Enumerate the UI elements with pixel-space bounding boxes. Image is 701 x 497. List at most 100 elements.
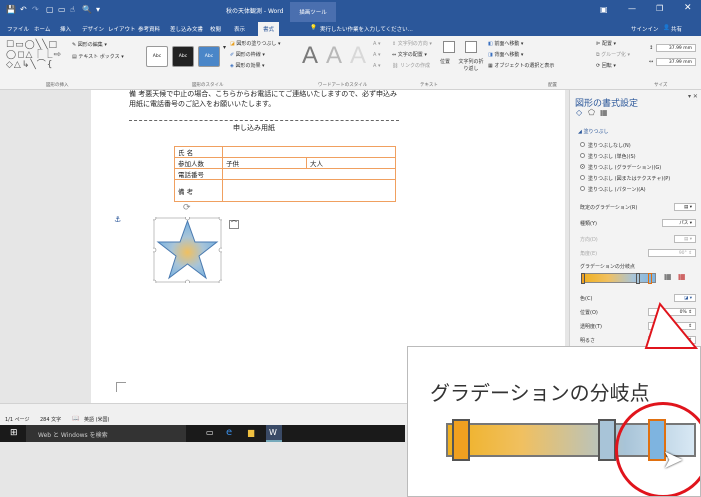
phone-cell[interactable]	[222, 168, 396, 180]
tab-mailings[interactable]: 差し込み文書	[170, 25, 203, 33]
notes-cell[interactable]	[222, 179, 396, 202]
layout-options-icon[interactable]: ⌒	[229, 220, 239, 229]
language-status[interactable]: 英語 (米国)	[84, 416, 110, 423]
wrap-text-icon[interactable]	[465, 41, 477, 53]
shape-fill-button[interactable]: ◪ 図形の塗りつぶし ▾	[230, 40, 281, 47]
selection-pane-button[interactable]: ▦ オブジェクトの選択と表示	[488, 62, 554, 69]
tab-file[interactable]: ファイル	[7, 25, 29, 33]
new-doc-icon[interactable]: ▢	[46, 5, 54, 14]
tell-me-box[interactable]: 実行したい作業を入力してください...	[320, 25, 413, 33]
shape-gallery[interactable]: ☐▭◯╲╲□ ◯◻△⎾⎿⇨ ◇△↳╲⌒{	[6, 40, 68, 72]
wrap-text-label[interactable]: 文字列の折り返し	[458, 58, 484, 72]
preset-gradient-dropdown[interactable]: ▤ ▾	[674, 203, 696, 211]
customize-qat-icon[interactable]: ▾	[96, 5, 100, 14]
text-outline-button[interactable]: A ▾	[373, 52, 381, 58]
rotate-button[interactable]: ⟳ 回転 ▾	[596, 62, 616, 69]
type-dropdown[interactable]: パス ▾	[662, 219, 696, 227]
redo-icon[interactable]: ↷	[32, 5, 39, 14]
edit-shape-button[interactable]: ✎ 図形の編集 ▾	[72, 41, 107, 48]
tab-design[interactable]: デザイン	[82, 25, 104, 33]
bring-forward-button[interactable]: ◧ 前面へ移動 ▾	[488, 40, 523, 47]
text-box-button[interactable]: ▤ テキスト ボックス ▾	[72, 53, 124, 60]
share-button[interactable]: 共有	[671, 25, 682, 33]
edge-icon[interactable]: e	[226, 427, 232, 438]
style-preset-2[interactable]: Abc	[172, 46, 194, 67]
windows-start-icon[interactable]: ⊞	[10, 428, 18, 438]
gradient-stop-3[interactable]	[648, 273, 652, 284]
shape-effects-button[interactable]: ◈ 図形の効果 ▾	[230, 62, 265, 69]
radio-solid[interactable]	[580, 153, 585, 158]
explorer-icon[interactable]: ▆	[248, 428, 254, 437]
tab-references[interactable]: 参考資料	[138, 25, 160, 33]
fill-option-pattern[interactable]: 塗りつぶし (パターン)(A)	[580, 186, 646, 193]
fill-option-picture[interactable]: 塗りつぶし (図またはテクスチャ)(P)	[580, 175, 670, 182]
tab-insert[interactable]: 挿入	[60, 25, 71, 33]
effects-tab-icon[interactable]: ⬠	[588, 108, 595, 117]
direction-dropdown[interactable]: ▤ ▾	[674, 235, 696, 243]
send-backward-button[interactable]: ◨ 背面へ移動 ▾	[488, 51, 523, 58]
tab-view[interactable]: 表示	[234, 25, 245, 33]
fill-option-solid[interactable]: 塗りつぶし (単色)(S)	[580, 153, 636, 160]
fill-option-none[interactable]: 塗りつぶしなし(N)	[580, 142, 631, 149]
style-preset-1[interactable]: Abc	[146, 46, 168, 67]
angle-field[interactable]: 90° ⇕	[648, 249, 696, 257]
radio-none[interactable]	[580, 142, 585, 147]
star-shape[interactable]	[151, 215, 224, 285]
gradient-stops-bar[interactable]	[582, 273, 656, 283]
share-icon[interactable]: 👤	[663, 25, 670, 31]
task-view-icon[interactable]: ▭	[206, 428, 214, 437]
tab-format[interactable]: 書式	[258, 22, 280, 36]
touch-icon[interactable]: ☝	[70, 5, 75, 14]
undo-icon[interactable]: ↶	[20, 5, 27, 14]
page-count[interactable]: 1/1 ページ	[5, 416, 30, 423]
maximize-icon[interactable]: ❐	[656, 4, 663, 13]
taskbar-search[interactable]: Web と Windows を検索	[38, 430, 108, 439]
position-icon[interactable]	[443, 41, 455, 53]
group-icon: ⧉	[596, 52, 600, 58]
tab-layout[interactable]: レイアウト	[108, 25, 136, 33]
wordart-style-1[interactable]: A	[302, 42, 318, 70]
align-button[interactable]: ⊫ 配置 ▾	[596, 40, 616, 47]
fill-option-gradient[interactable]: 塗りつぶし (グラデーション)(G)	[580, 164, 661, 171]
rotate-handle-icon[interactable]: ⟳	[183, 203, 191, 213]
style-preset-3[interactable]: Abc	[198, 46, 220, 67]
create-link-button[interactable]: ⛓ リンクの作成	[392, 62, 430, 69]
style-gallery-more-icon[interactable]: ▾	[223, 44, 226, 51]
tab-review[interactable]: 校閲	[210, 25, 221, 33]
close-icon[interactable]: ✕	[684, 3, 692, 13]
fill-section-header[interactable]: ◢ 塗りつぶし	[578, 128, 609, 135]
radio-pattern[interactable]	[580, 186, 585, 191]
remove-stop-icon[interactable]: ▦	[678, 272, 686, 281]
minimize-icon[interactable]: —	[628, 4, 636, 13]
text-effects-button[interactable]: A ▾	[373, 63, 381, 69]
width-field[interactable]: 37.99 mm	[656, 58, 696, 66]
adults-cell[interactable]: 大人	[306, 157, 396, 169]
tab-home[interactable]: ホーム	[34, 25, 50, 33]
text-fill-button[interactable]: A ▾	[373, 41, 381, 47]
wordart-style-3[interactable]: A	[350, 42, 366, 70]
add-stop-icon[interactable]: ▦	[664, 272, 672, 281]
word-count[interactable]: 284 文字	[40, 416, 61, 423]
height-field[interactable]: 37.99 mm	[656, 44, 696, 52]
fill-line-icon[interactable]: ◇	[576, 108, 582, 117]
print-preview-icon[interactable]: 🔍	[82, 5, 92, 14]
name-cell[interactable]	[222, 146, 396, 158]
wordart-style-2[interactable]: A	[326, 42, 342, 70]
signin-link[interactable]: サインイン	[631, 25, 659, 33]
pane-options-icon[interactable]: ▾ ✕	[688, 93, 698, 100]
children-cell[interactable]: 子供	[222, 157, 307, 169]
group-button[interactable]: ⧉ グループ化 ▾	[596, 51, 630, 58]
text-direction-button[interactable]: ⇕ 文字列の方向 ▾	[392, 40, 432, 47]
radio-gradient[interactable]	[580, 164, 585, 169]
proofing-icon[interactable]: 📖	[72, 415, 79, 422]
ribbon-options-icon[interactable]: ▣	[600, 5, 608, 14]
text-align-button[interactable]: ⇔ 文字の配置 ▾	[392, 51, 427, 58]
shape-outline-button[interactable]: ✐ 図形の枠線 ▾	[230, 51, 265, 58]
open-icon[interactable]: ▭	[58, 5, 66, 14]
size-props-icon[interactable]: ▦	[600, 108, 608, 117]
save-icon[interactable]: 💾	[6, 5, 16, 14]
gradient-stop-2[interactable]	[636, 273, 640, 284]
gradient-stop-1[interactable]	[581, 273, 585, 284]
position-label[interactable]: 位置	[440, 58, 450, 65]
radio-picture[interactable]	[580, 175, 585, 180]
